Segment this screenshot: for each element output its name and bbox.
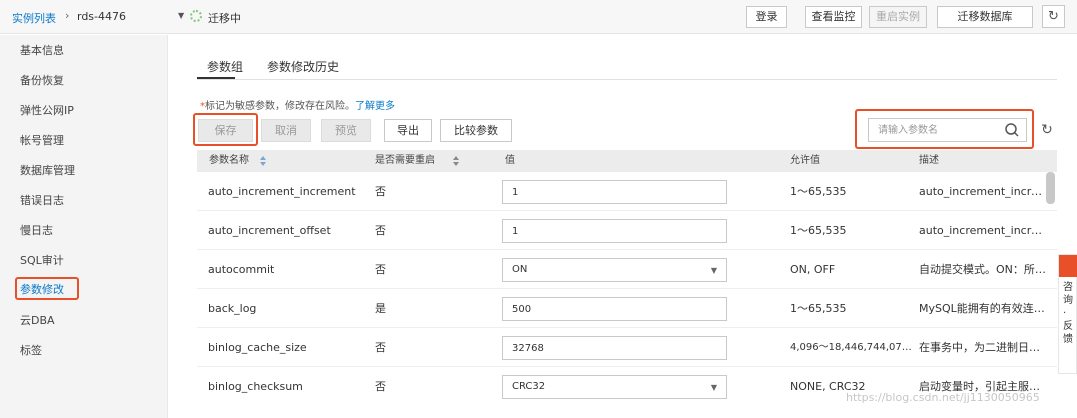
param-description: MySQL能拥有的有效连… bbox=[919, 302, 1045, 315]
instance-status-text: 迁移中 bbox=[208, 12, 241, 25]
param-description: 在事务中，为二进制日… bbox=[919, 341, 1040, 354]
table-row: auto_increment_offset 否 1～65,535 auto_in… bbox=[197, 212, 1057, 250]
param-allowed: 4,096～18,446,744,07… bbox=[790, 342, 912, 353]
login-button[interactable]: 登录 bbox=[746, 6, 787, 28]
loading-spinner-icon bbox=[190, 10, 202, 22]
view-monitor-button[interactable]: 查看监控 bbox=[805, 6, 862, 28]
param-value-input[interactable] bbox=[502, 219, 727, 243]
table-scrollbar[interactable] bbox=[1046, 172, 1055, 204]
param-description: auto_increment_increm… bbox=[919, 185, 1047, 198]
param-restart: 是 bbox=[375, 302, 386, 315]
watermark: https://blog.csdn.net/jj1130050965 bbox=[846, 391, 1040, 404]
migrate-database-button[interactable]: 迁移数据库 bbox=[937, 6, 1033, 28]
param-value-select[interactable]: CRC32 ▼ bbox=[502, 375, 727, 399]
consult-feedback-widget[interactable]: 咨询·反馈 bbox=[1058, 254, 1077, 374]
param-description: auto_increment_increm… bbox=[919, 224, 1047, 237]
sensitive-notice-text: 标记为敏感参数，修改存在风险。 bbox=[205, 101, 355, 112]
param-allowed: 1～65,535 bbox=[790, 185, 847, 198]
sidebar-item-error-log[interactable]: 错误日志 bbox=[0, 189, 168, 213]
save-highlight-box bbox=[193, 113, 258, 146]
tab-parameter-history[interactable]: 参数修改历史 bbox=[267, 58, 339, 75]
breadcrumb-instance-list-link[interactable]: 实例列表 bbox=[12, 10, 56, 26]
sidebar-item-basic-info[interactable]: 基本信息 bbox=[0, 39, 168, 63]
column-header-description: 描述 bbox=[919, 155, 939, 166]
column-header-name[interactable]: 参数名称 bbox=[209, 150, 249, 172]
table-row: auto_increment_increment 否 1～65,535 auto… bbox=[197, 173, 1057, 211]
param-value-input[interactable] bbox=[502, 336, 727, 360]
sidebar-item-cloud-dba[interactable]: 云DBA bbox=[0, 309, 168, 333]
search-icon[interactable] bbox=[1004, 122, 1020, 138]
sidebar-item-slow-log[interactable]: 慢日志 bbox=[0, 219, 168, 243]
sidebar-highlight-box bbox=[15, 277, 79, 300]
sidebar-item-sql-audit[interactable]: SQL审计 bbox=[0, 249, 168, 273]
param-value-input[interactable] bbox=[502, 180, 727, 204]
param-description: 自动提交模式。ON：所… bbox=[919, 263, 1046, 276]
param-name: auto_increment_offset bbox=[208, 224, 331, 237]
param-name: binlog_cache_size bbox=[208, 341, 307, 354]
column-header-allowed: 允许值 bbox=[790, 155, 820, 166]
param-allowed: 1～65,535 bbox=[790, 302, 847, 315]
refresh-list-icon[interactable]: ↻ bbox=[1036, 118, 1058, 142]
sidebar-item-tags[interactable]: 标签 bbox=[0, 339, 168, 363]
chevron-down-icon: ▼ bbox=[710, 383, 717, 392]
instance-switch-chevron-down-icon[interactable]: ▼ bbox=[178, 11, 184, 20]
learn-more-link[interactable]: 了解更多 bbox=[355, 101, 395, 112]
top-bar: 实例列表 › rds-4476 ▼ 迁移中 登录 查看监控 重启实例 迁移数据库 bbox=[0, 0, 1077, 34]
param-value-input[interactable] bbox=[502, 297, 727, 321]
table-row: back_log 是 1～65,535 MySQL能拥有的有效连… bbox=[197, 290, 1057, 328]
preview-button[interactable]: 预览 bbox=[321, 119, 371, 142]
refresh-icon[interactable]: ↻ bbox=[1042, 5, 1065, 28]
tab-parameter-group[interactable]: 参数组 bbox=[207, 58, 243, 75]
compare-parameters-button[interactable]: 比较参数 bbox=[440, 119, 512, 142]
sidebar: 基本信息 备份恢复 弹性公网IP 帐号管理 数据库管理 错误日志 慢日志 SQL… bbox=[0, 35, 168, 418]
sort-icon[interactable] bbox=[259, 156, 267, 166]
param-value-selected: CRC32 bbox=[512, 381, 546, 392]
param-restart: 否 bbox=[375, 380, 386, 393]
restart-instance-button[interactable]: 重启实例 bbox=[869, 6, 927, 28]
table-row: binlog_cache_size 否 4,096～18,446,744,07…… bbox=[197, 329, 1057, 367]
sidebar-item-account-management[interactable]: 帐号管理 bbox=[0, 129, 168, 153]
param-name: autocommit bbox=[208, 263, 275, 276]
param-name: binlog_checksum bbox=[208, 380, 303, 393]
param-name: back_log bbox=[208, 302, 257, 315]
param-restart: 否 bbox=[375, 185, 386, 198]
export-button[interactable]: 导出 bbox=[384, 119, 432, 142]
consult-feedback-label: 咨询·反馈 bbox=[1063, 282, 1073, 345]
sidebar-item-database-management[interactable]: 数据库管理 bbox=[0, 159, 168, 183]
table-header: 参数名称 是否需要重启 值 允许值 描述 bbox=[197, 150, 1057, 172]
param-allowed: 1～65,535 bbox=[790, 224, 847, 237]
chat-icon bbox=[1059, 255, 1077, 277]
param-allowed: ON, OFF bbox=[790, 263, 836, 276]
chevron-down-icon: ▼ bbox=[710, 266, 717, 275]
param-name: auto_increment_increment bbox=[208, 185, 356, 198]
sort-icon[interactable] bbox=[452, 156, 460, 166]
cancel-button[interactable]: 取消 bbox=[261, 119, 311, 142]
param-restart: 否 bbox=[375, 341, 386, 354]
table-row: autocommit 否 ON ▼ ON, OFF 自动提交模式。ON：所… bbox=[197, 251, 1057, 289]
column-header-value: 值 bbox=[505, 155, 515, 166]
column-header-restart[interactable]: 是否需要重启 bbox=[375, 150, 435, 172]
param-value-select[interactable]: ON ▼ bbox=[502, 258, 727, 282]
param-restart: 否 bbox=[375, 224, 386, 237]
tabs-divider bbox=[197, 79, 1057, 80]
sidebar-item-elastic-ip[interactable]: 弹性公网IP bbox=[0, 99, 168, 123]
sidebar-item-backup-restore[interactable]: 备份恢复 bbox=[0, 69, 168, 93]
sensitive-notice: *标记为敏感参数，修改存在风险。了解更多 bbox=[200, 97, 395, 112]
breadcrumb-separator: › bbox=[65, 9, 70, 22]
param-value-selected: ON bbox=[512, 264, 528, 275]
param-restart: 否 bbox=[375, 263, 386, 276]
instance-name: rds-4476 bbox=[77, 10, 127, 23]
